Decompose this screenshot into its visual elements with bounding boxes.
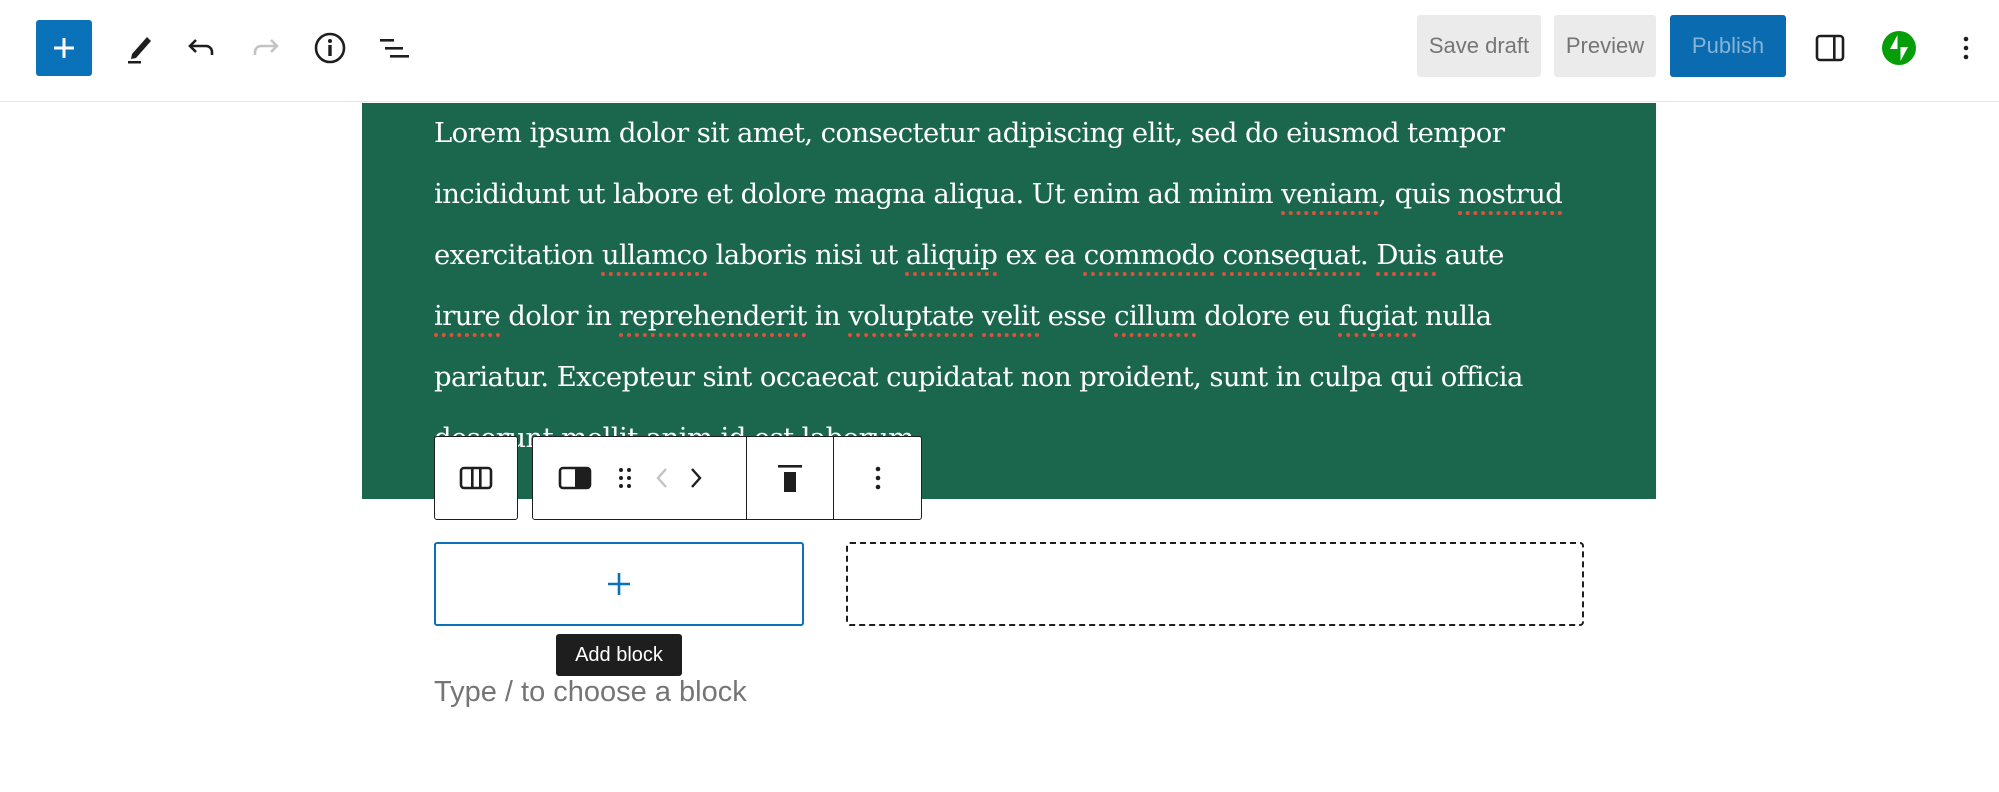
options-menu-button[interactable] (1942, 24, 1990, 72)
text-segment: pariatur. Excepteur sint occaecat cupida… (434, 361, 1523, 393)
block-options-button[interactable] (834, 437, 921, 519)
misspelled-word[interactable]: veniam (1281, 178, 1379, 210)
more-vertical-icon (1963, 36, 1969, 60)
misspelled-word[interactable]: velit (982, 300, 1040, 332)
move-right-button[interactable] (679, 437, 713, 519)
text-segment: nulla (1416, 300, 1492, 332)
vertical-alignment-button[interactable] (747, 437, 833, 519)
column-block-icon (558, 466, 592, 490)
cover-text-line: Lorem ipsum dolor sit amet, consectetur … (434, 103, 1594, 164)
block-toolbar-group-options (834, 437, 921, 519)
misspelled-word[interactable]: commodo (1084, 239, 1215, 271)
chevron-left-icon (656, 468, 667, 488)
text-segment: Lorem ipsum dolor sit amet, consectetur … (434, 117, 1505, 149)
chevron-right-icon (691, 468, 702, 488)
details-button[interactable] (306, 24, 354, 72)
jetpack-button[interactable] (1875, 24, 1923, 72)
cover-paragraph[interactable]: Lorem ipsum dolor sit amet, consectetur … (434, 103, 1594, 469)
misspelled-word[interactable]: cillum (1114, 300, 1197, 332)
misspelled-word[interactable]: Duis (1376, 239, 1437, 271)
editor-header: Save draft Preview Publish (0, 0, 1999, 102)
tools-button[interactable] (114, 24, 162, 72)
plus-icon (54, 38, 74, 58)
move-left-button[interactable] (645, 437, 679, 519)
text-segment (1214, 239, 1222, 271)
pencil-icon (128, 37, 151, 64)
publish-button[interactable]: Publish (1670, 15, 1786, 77)
cover-text-line: exercitation ullamco laboris nisi ut ali… (434, 225, 1594, 286)
list-view-button[interactable] (370, 24, 418, 72)
text-segment: incididunt ut labore et dolore magna ali… (434, 178, 1282, 210)
block-switcher-button[interactable] (545, 437, 605, 519)
align-top-icon (778, 465, 802, 492)
add-block-tooltip: Add block (556, 634, 682, 676)
text-segment: exercitation (434, 239, 602, 271)
block-toolbar (532, 436, 922, 520)
text-segment: in (806, 300, 849, 332)
text-segment: esse (1039, 300, 1115, 332)
misspelled-word[interactable]: aliquip (906, 239, 998, 271)
block-toolbar-parent (434, 436, 518, 520)
block-toolbar-group-mover (533, 437, 747, 519)
settings-toggle-button[interactable] (1806, 24, 1854, 72)
info-icon (314, 32, 346, 64)
undo-icon (188, 39, 214, 55)
text-segment: ex ea (997, 239, 1084, 271)
text-segment: aute (1436, 239, 1505, 271)
undo-button[interactable] (178, 24, 226, 72)
default-block-appender[interactable]: Type / to choose a block (434, 676, 747, 709)
columns-icon (459, 466, 493, 490)
text-segment: laboris nisi ut (707, 239, 906, 271)
sidebar-toggle-icon (1815, 34, 1845, 62)
preview-button[interactable]: Preview (1554, 15, 1656, 77)
text-segment (974, 300, 982, 332)
block-inserter-toggle[interactable] (36, 20, 92, 76)
text-segment: dolore eu (1196, 300, 1339, 332)
more-vertical-icon (875, 466, 880, 490)
redo-button[interactable] (241, 24, 289, 72)
list-view-icon (380, 39, 409, 58)
column-add-block-button[interactable] (434, 542, 804, 626)
redo-icon (253, 39, 279, 55)
drag-handle-icon (619, 468, 631, 488)
save-draft-button[interactable]: Save draft (1417, 15, 1541, 77)
misspelled-word[interactable]: nostrud (1459, 178, 1563, 210)
plus-icon (608, 573, 630, 595)
text-segment: , quis (1378, 178, 1459, 210)
block-toolbar-group-align (747, 437, 834, 519)
text-segment: . (1360, 239, 1377, 271)
misspelled-word[interactable]: consequat (1223, 239, 1361, 271)
drag-handle[interactable] (605, 437, 645, 519)
cover-text-line: pariatur. Excepteur sint occaecat cupida… (434, 347, 1594, 408)
cover-text-line: incididunt ut labore et dolore magna ali… (434, 164, 1594, 225)
misspelled-word[interactable]: irure (434, 300, 501, 332)
cover-text-line: irure dolor in reprehenderit in voluptat… (434, 286, 1594, 347)
misspelled-word[interactable]: ullamco (602, 239, 708, 271)
select-parent-columns-button[interactable] (435, 437, 517, 519)
misspelled-word[interactable]: fugiat (1339, 300, 1418, 332)
misspelled-word[interactable]: voluptate (848, 300, 974, 332)
text-segment: dolor in (500, 300, 620, 332)
empty-column[interactable] (846, 542, 1584, 626)
misspelled-word[interactable]: reprehenderit (619, 300, 807, 332)
jetpack-icon (1882, 31, 1916, 65)
